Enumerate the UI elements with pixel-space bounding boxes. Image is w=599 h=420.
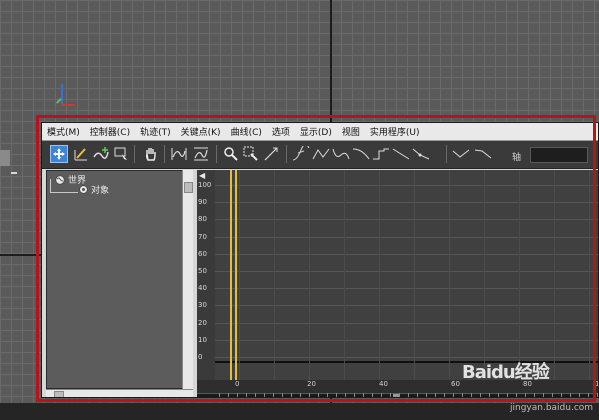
frame-tick [597,393,598,397]
viewport-side-object [0,150,10,166]
viewport-side-marker [11,172,17,174]
watermark-brand: Baidu经验 [462,362,550,383]
axis-z-line [56,98,66,108]
watermark-url: jingyan.baidu.com [510,403,594,413]
